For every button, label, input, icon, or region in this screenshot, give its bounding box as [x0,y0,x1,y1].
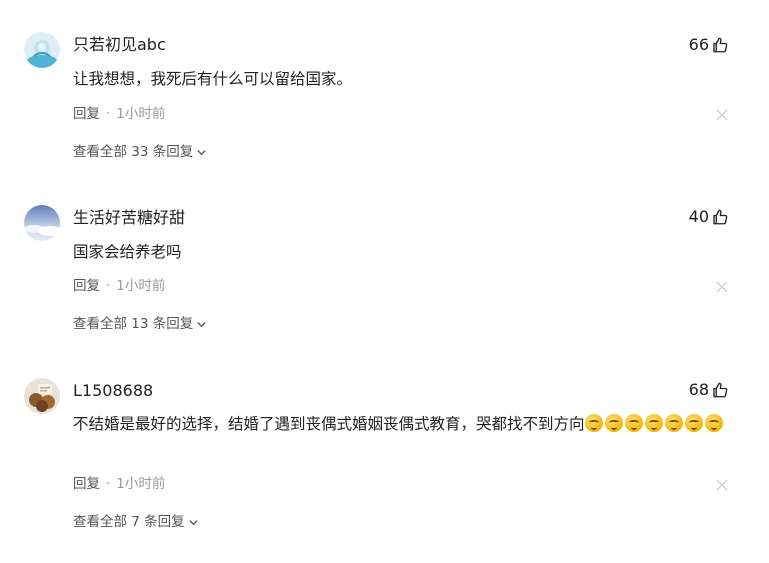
chevron-down-icon [197,321,206,327]
comment-text: 让我想想，我死后有什么可以留给国家。 [73,70,353,88]
user-avatar[interactable] [24,378,60,414]
sky-avatar-icon [24,205,60,241]
comment-time: 1小时前 [116,476,166,492]
comment-meta: 回复 · 1小时前 [73,475,165,493]
view-all-replies-label: 查看全部 13 条回复 [73,316,194,332]
comment-text-body: 不结婚是最好的选择，结婚了遇到丧偶式婚姻丧偶式教育，哭都找不到方向 [73,415,585,433]
thumbs-up-icon [713,209,728,225]
separator-dot: · [106,476,111,492]
comment-meta: 回复 · 1小时前 [73,277,165,295]
chevron-down-icon [189,519,198,525]
comment-text: 不结婚是最好的选择，结婚了遇到丧偶式婚姻丧偶式教育，哭都找不到方向 [73,411,735,437]
reply-button[interactable]: 回复 [73,278,100,294]
chocolate-avatar-icon [24,378,60,414]
thinking-face-emoji [604,414,623,432]
thinking-face-emoji [584,414,603,432]
chevron-down-icon [197,149,206,155]
like-count: 66 [688,35,709,54]
username[interactable]: 只若初见abc [73,35,166,55]
like-button[interactable]: 66 [689,35,729,55]
reply-button[interactable]: 回复 [73,476,100,492]
thumbs-up-icon [713,37,728,53]
user-avatar[interactable] [24,32,60,68]
username[interactable]: 生活好苦糖好甜 [73,208,185,228]
like-button[interactable]: 68 [689,380,729,400]
thinking-face-emoji [664,414,683,432]
cartoon-avatar-icon [24,32,60,68]
like-count: 68 [688,380,709,399]
comment-time: 1小时前 [116,106,166,122]
view-all-replies-button[interactable]: 查看全部 33 条回复 [73,143,207,161]
comment-text: 国家会给养老吗 [73,243,182,261]
comment-meta: 回复 · 1小时前 [73,105,165,123]
thinking-face-emoji [624,414,643,432]
thinking-face-emoji [704,414,723,432]
thinking-face-emoji [644,414,663,432]
separator-dot: · [106,278,111,294]
view-all-replies-label: 查看全部 7 条回复 [73,514,185,530]
like-count: 40 [688,207,709,226]
view-all-replies-button[interactable]: 查看全部 13 条回复 [73,315,207,333]
reply-button[interactable]: 回复 [73,106,100,122]
view-all-replies-label: 查看全部 33 条回复 [73,144,194,160]
close-icon[interactable] [716,281,728,293]
close-icon[interactable] [716,479,728,491]
thumbs-up-icon [713,382,728,398]
comment-time: 1小时前 [116,278,166,294]
like-button[interactable]: 40 [689,207,729,227]
username[interactable]: L1508688 [73,381,153,401]
close-icon[interactable] [716,109,728,121]
emoji-row [584,414,725,433]
user-avatar[interactable] [24,205,60,241]
view-all-replies-button[interactable]: 查看全部 7 条回复 [73,513,199,531]
separator-dot: · [106,106,111,122]
thinking-face-emoji [684,414,703,432]
